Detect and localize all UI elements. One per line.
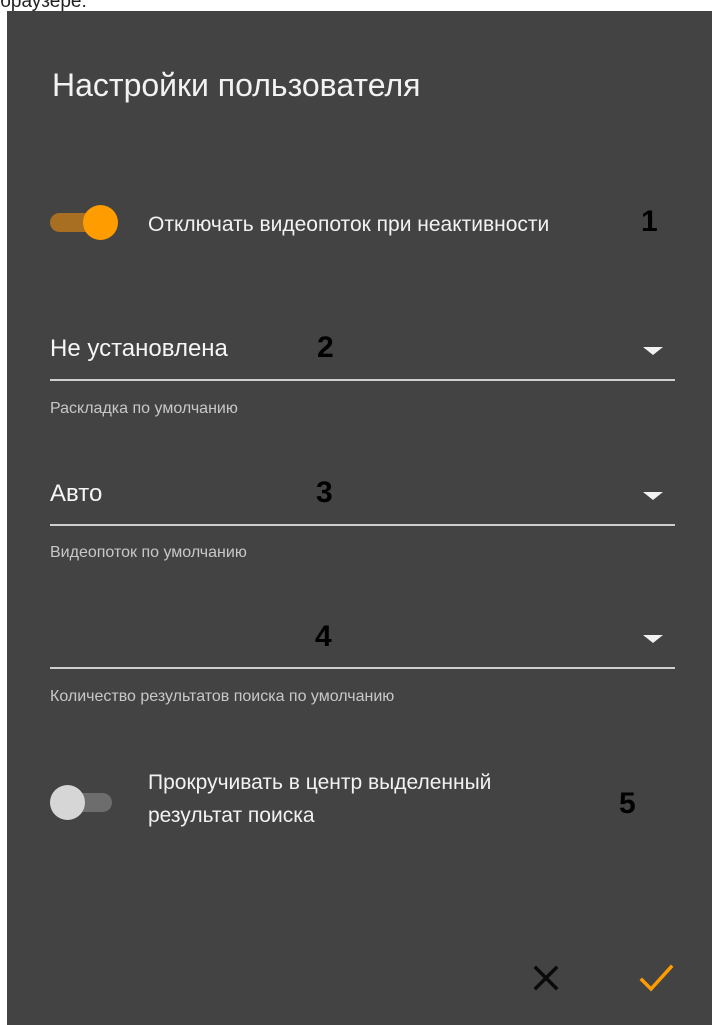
chevron-down-icon xyxy=(643,635,663,643)
layout-select-value: Не установлена xyxy=(50,335,228,362)
marker-4: 4 xyxy=(315,620,332,653)
toggle-thumb xyxy=(50,785,85,820)
close-icon xyxy=(533,965,559,991)
chevron-down-icon xyxy=(643,347,663,355)
stream-select-value: Авто xyxy=(50,480,103,507)
marker-2: 2 xyxy=(317,331,334,364)
stream-select-helper: Видеопоток по умолчанию xyxy=(50,544,247,561)
user-settings-dialog: Настройки пользователя Отключать видеопо… xyxy=(7,11,712,1025)
marker-5: 5 xyxy=(619,787,636,820)
dialog-title: Настройки пользователя xyxy=(52,67,421,103)
confirm-button[interactable] xyxy=(633,955,679,1001)
check-icon xyxy=(639,964,674,992)
results-count-select-helper: Количество результатов поиска по умолчан… xyxy=(50,688,395,705)
chevron-down-icon xyxy=(643,492,663,500)
inactivity-toggle[interactable] xyxy=(50,203,118,240)
toggle-thumb xyxy=(83,205,118,240)
scroll-to-center-toggle[interactable] xyxy=(50,783,118,820)
marker-3: 3 xyxy=(316,476,333,509)
scroll-to-center-toggle-label[interactable]: Прокручивать в центр выделенный результа… xyxy=(148,766,491,832)
layout-select[interactable]: Не установлена xyxy=(50,329,675,381)
cancel-button[interactable] xyxy=(523,955,569,1001)
layout-select-helper: Раскладка по умолчанию xyxy=(50,400,238,417)
scroll-toggle-label-line1: Прокручивать в центр выделенный xyxy=(148,771,492,794)
marker-1: 1 xyxy=(641,205,658,238)
results-count-select[interactable] xyxy=(50,617,675,669)
inactivity-toggle-label[interactable]: Отключать видеопоток при неактивности xyxy=(148,208,549,241)
scroll-toggle-label-line2: результат поиска xyxy=(148,804,315,827)
stream-select[interactable]: Авто xyxy=(50,474,675,526)
